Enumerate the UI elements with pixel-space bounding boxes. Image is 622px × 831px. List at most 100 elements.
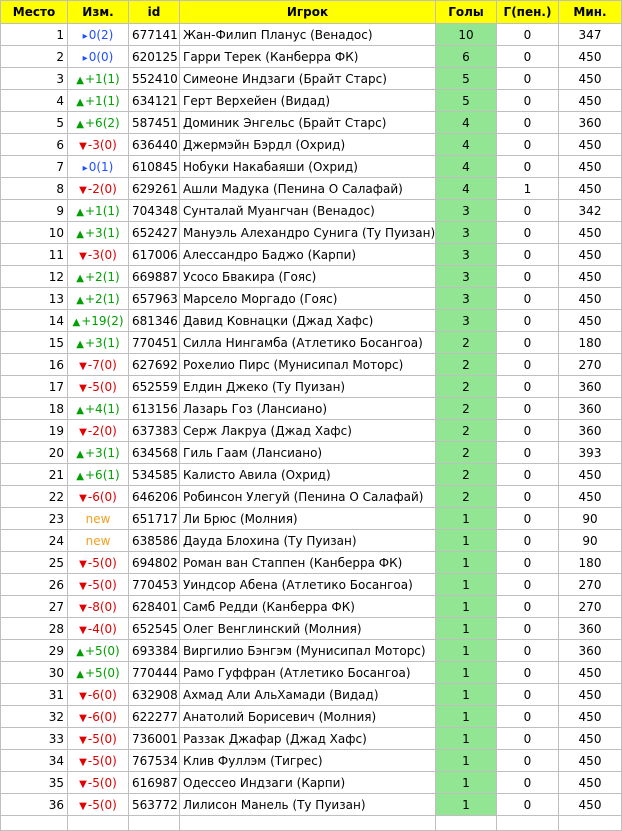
cell-place[interactable]: 21: [0, 463, 68, 486]
table-row[interactable]: 20 ▲+3(1) 634568 Гиль Гаам (Лансиано) 2 0 393: [0, 441, 622, 464]
cell-id[interactable]: 638586: [128, 529, 180, 552]
cell-player[interactable]: Ахмад Али АльХамади (Видад): [179, 683, 436, 706]
cell-change[interactable]: ▼-5(0): [67, 771, 129, 794]
cell-penalties[interactable]: 0: [496, 155, 559, 178]
cell-change[interactable]: ▼-3(0): [67, 243, 129, 266]
cell-player[interactable]: Клив Фуллэм (Тигрес): [179, 749, 436, 772]
cell-penalties[interactable]: 0: [496, 265, 559, 288]
cell-place[interactable]: 10: [0, 221, 68, 244]
cell-change[interactable]: ▼-5(0): [67, 573, 129, 596]
cell-minutes[interactable]: 450: [558, 485, 622, 508]
table-row[interactable]: 28 ▼-4(0) 652545 Олег Венглинский (Молния) 1…: [0, 617, 622, 640]
table-row[interactable]: 14 ▲+19(2) 681346 Давид Ковнацки (Джад Хафс…: [0, 309, 622, 332]
cell-goals[interactable]: 1: [435, 551, 497, 574]
cell-change[interactable]: ▼-8(0): [67, 595, 129, 618]
cell-minutes[interactable]: 450: [558, 89, 622, 112]
cell-minutes[interactable]: 450: [558, 727, 622, 750]
cell-goals[interactable]: 4: [435, 177, 497, 200]
cell-penalties[interactable]: 0: [496, 463, 559, 486]
cell-place[interactable]: 31: [0, 683, 68, 706]
cell-player[interactable]: Силла Нингамба (Атлетико Босангоа): [179, 331, 436, 354]
cell-player[interactable]: Алессандро Баджо (Карпи): [179, 243, 436, 266]
cell-goals[interactable]: 1: [435, 639, 497, 662]
cell-player[interactable]: Дауда Блохина (Ту Пуизан): [179, 529, 436, 552]
cell-id[interactable]: 628401: [128, 595, 180, 618]
cell-player[interactable]: Рохелио Пирс (Мунисипал Моторс): [179, 353, 436, 376]
cell-change[interactable]: ▼-5(0): [67, 793, 129, 816]
cell-goals[interactable]: 3: [435, 199, 497, 222]
cell-player[interactable]: Уиндсор Абена (Атлетико Босангоа): [179, 573, 436, 596]
cell-penalties[interactable]: 0: [496, 441, 559, 464]
cell-place[interactable]: 5: [0, 111, 68, 134]
cell-player[interactable]: Калисто Авила (Охрид): [179, 463, 436, 486]
cell-id[interactable]: 646206: [128, 485, 180, 508]
table-row[interactable]: 29 ▲+5(0) 693384 Виргилио Бэнгэм (Мунисипал…: [0, 639, 622, 662]
cell-player[interactable]: Анатолий Борисевич (Молния): [179, 705, 436, 728]
cell-id[interactable]: 651717: [128, 507, 180, 530]
cell-minutes[interactable]: 90: [558, 507, 622, 530]
cell-id[interactable]: 617006: [128, 243, 180, 266]
cell-player[interactable]: Ли Брюс (Молния): [179, 507, 436, 530]
cell-penalties[interactable]: 0: [496, 309, 559, 332]
cell-place[interactable]: 34: [0, 749, 68, 772]
cell-change[interactable]: ▸0(1): [67, 155, 129, 178]
cell-id[interactable]: 652427: [128, 221, 180, 244]
cell-place[interactable]: 25: [0, 551, 68, 574]
cell-minutes[interactable]: 360: [558, 397, 622, 420]
cell-penalties[interactable]: 0: [496, 353, 559, 376]
cell-goals[interactable]: 4: [435, 133, 497, 156]
cell-goals[interactable]: 4: [435, 155, 497, 178]
cell-id[interactable]: 657963: [128, 287, 180, 310]
cell-place[interactable]: 2: [0, 45, 68, 68]
table-row[interactable]: 34 ▼-5(0) 767534 Клив Фуллэм (Тигрес) 1 0 450: [0, 749, 622, 772]
cell-place[interactable]: 28: [0, 617, 68, 640]
cell-goals[interactable]: 1: [435, 529, 497, 552]
cell-goals[interactable]: 2: [435, 331, 497, 354]
cell-change[interactable]: ▼-7(0): [67, 353, 129, 376]
cell-minutes[interactable]: 360: [558, 111, 622, 134]
cell-player[interactable]: Робинсон Улегуй (Пенина О Салафай): [179, 485, 436, 508]
cell-penalties[interactable]: 0: [496, 67, 559, 90]
cell-player[interactable]: Усосо Бвакира (Гояс): [179, 265, 436, 288]
table-row[interactable]: 3 ▲+1(1) 552410 Симеоне Индзаги (Брайт Стар…: [0, 67, 622, 90]
cell-place[interactable]: 19: [0, 419, 68, 442]
cell-player[interactable]: Самб Редди (Канберра ФК): [179, 595, 436, 618]
cell-player[interactable]: Серж Лакруа (Джад Хафс): [179, 419, 436, 442]
cell-goals[interactable]: 10: [435, 23, 497, 46]
cell-change[interactable]: new: [67, 529, 129, 552]
cell-change[interactable]: ▼-3(0): [67, 133, 129, 156]
cell-penalties[interactable]: 0: [496, 705, 559, 728]
cell-place[interactable]: 1: [0, 23, 68, 46]
cell-id[interactable]: 552410: [128, 67, 180, 90]
cell-place[interactable]: 8: [0, 177, 68, 200]
cell-id[interactable]: 694802: [128, 551, 180, 574]
cell-place[interactable]: 29: [0, 639, 68, 662]
cell-penalties[interactable]: 0: [496, 793, 559, 816]
cell-place[interactable]: 27: [0, 595, 68, 618]
table-row[interactable]: 36 ▼-5(0) 563772 Лилисон Манель (Ту Пуизан)…: [0, 793, 622, 816]
cell-place[interactable]: 18: [0, 397, 68, 420]
header-id[interactable]: id: [128, 0, 180, 24]
cell-change[interactable]: new: [67, 507, 129, 530]
cell-change[interactable]: ▼-5(0): [67, 727, 129, 750]
cell-place[interactable]: 7: [0, 155, 68, 178]
cell-penalties[interactable]: 0: [496, 199, 559, 222]
cell-goals[interactable]: 1: [435, 683, 497, 706]
cell-place[interactable]: 33: [0, 727, 68, 750]
cell-id[interactable]: 770444: [128, 661, 180, 684]
cell-player[interactable]: Доминик Энгельс (Брайт Старс): [179, 111, 436, 134]
cell-goals[interactable]: 2: [435, 463, 497, 486]
cell-change[interactable]: ▼-6(0): [67, 683, 129, 706]
cell-minutes[interactable]: 450: [558, 177, 622, 200]
table-row[interactable]: 6 ▼-3(0) 636440 Джермэйн Бэрдл (Охрид) 4 0 450: [0, 133, 622, 156]
cell-goals[interactable]: 1: [435, 727, 497, 750]
cell-id[interactable]: 534585: [128, 463, 180, 486]
cell-penalties[interactable]: 0: [496, 221, 559, 244]
cell-penalties[interactable]: 0: [496, 89, 559, 112]
cell-place[interactable]: 20: [0, 441, 68, 464]
cell-penalties[interactable]: 0: [496, 133, 559, 156]
cell-goals[interactable]: 1: [435, 705, 497, 728]
table-row[interactable]: 12 ▲+2(1) 669887 Усосо Бвакира (Гояс) 3 0 450: [0, 265, 622, 288]
cell-penalties[interactable]: 0: [496, 661, 559, 684]
cell-penalties[interactable]: 0: [496, 727, 559, 750]
